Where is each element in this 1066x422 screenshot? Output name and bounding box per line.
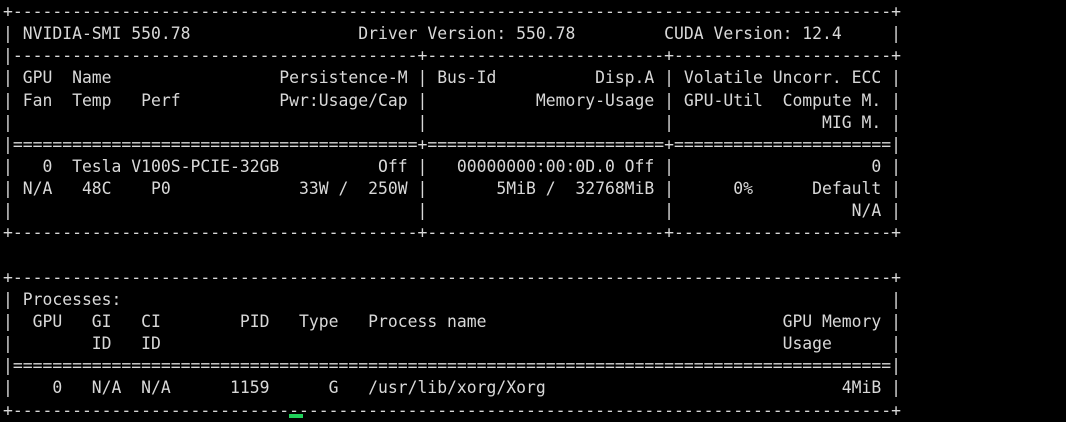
gpu-header-divider: |=======================================… bbox=[3, 134, 901, 154]
processes-title: | Processes: | bbox=[3, 289, 901, 309]
processes-column-headers-row-2: | ID ID Usage | bbox=[3, 334, 901, 354]
gpu-0-row-3: | | | N/A | bbox=[3, 201, 901, 221]
processes-bottom-border: +---------------------------------------… bbox=[3, 400, 901, 420]
terminal-cursor bbox=[289, 414, 303, 418]
smi-version-header: | NVIDIA-SMI 550.78 Driver Version: 550.… bbox=[3, 24, 901, 44]
header-separator: |---------------------------------------… bbox=[3, 46, 901, 66]
terminal-output[interactable]: +---------------------------------------… bbox=[3, 1, 1066, 420]
gpu-0-row-1: | 0 Tesla V100S-PCIE-32GB Off | 00000000… bbox=[3, 156, 901, 176]
gpu-column-headers-row-2: | Fan Temp Perf Pwr:Usage/Cap | Memory-U… bbox=[3, 90, 901, 110]
processes-top-border: +---------------------------------------… bbox=[3, 267, 901, 287]
table-top-border: +---------------------------------------… bbox=[3, 2, 901, 21]
gpu-0-row-2: | N/A 48C P0 33W / 250W | 5MiB / 32768Mi… bbox=[3, 179, 901, 199]
gpu-column-headers-row-1: | GPU Name Persistence-M | Bus-Id Disp.A… bbox=[3, 68, 901, 88]
process-row: | 0 N/A N/A 1159 G /usr/lib/xorg/Xorg 4M… bbox=[3, 378, 901, 398]
gpu-table-bottom-border: +---------------------------------------… bbox=[3, 223, 901, 243]
gpu-column-headers-row-3: | | | MIG M. | bbox=[3, 112, 901, 132]
processes-column-headers-row-1: | GPU GI CI PID Type Process name GPU Me… bbox=[3, 311, 901, 331]
processes-header-divider: |=======================================… bbox=[3, 356, 901, 376]
